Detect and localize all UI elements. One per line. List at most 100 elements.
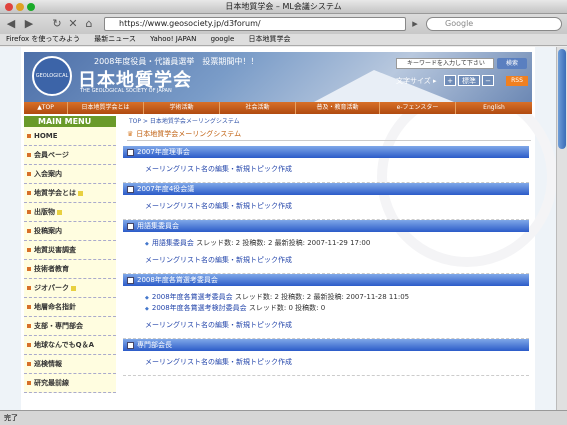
page-viewport: GEOLOGICAL SOCIETY 2008年度役員・代議員選挙 投票期間中！…	[0, 47, 556, 410]
url-input[interactable]: https://www.geosociety.jp/d3forum/	[104, 17, 406, 31]
nav-item-academic[interactable]: 学術活動	[144, 102, 220, 114]
list-name-link[interactable]: 用語集委員会	[152, 239, 194, 247]
sidebar-item-members[interactable]: 会員ページ	[24, 146, 116, 165]
font-standard-button[interactable]: 標準	[458, 75, 480, 86]
edit-topic-link[interactable]: メーリングリスト名の編集・新規トピック作成	[145, 357, 529, 367]
nav-item-social[interactable]: 社会活動	[220, 102, 296, 114]
minimize-window-button[interactable]	[16, 3, 24, 11]
rss-button[interactable]: RSS	[506, 76, 528, 86]
sidebar-item-label: 会員ページ	[34, 151, 69, 159]
ml-section: 2007年度理事会 メーリングリスト名の編集・新規トピック作成	[121, 146, 531, 183]
global-nav: ▲TOP 日本地質学会とは 学術活動 社会活動 普及・教育活動 e-フェンスター…	[24, 102, 532, 114]
sidebar: MAIN MENU HOME 会員ページ 入会案内 地質学会とは 出版物 投稿案…	[24, 116, 116, 410]
sidebar-item-branches[interactable]: 支部・専門部会	[24, 317, 116, 336]
new-badge-icon	[71, 285, 76, 291]
font-size-label: 文字サイズ ▸	[396, 77, 437, 85]
site-title-en: THE GEOLOGICAL SOCIETY OF JAPAN	[80, 88, 172, 94]
web-search-input[interactable]: Google	[426, 17, 562, 31]
reload-button[interactable]: ↻	[50, 17, 64, 31]
close-window-button[interactable]	[5, 3, 13, 11]
go-button[interactable]: ▸	[408, 17, 422, 31]
nav-item-top[interactable]: ▲TOP	[24, 102, 68, 114]
sidebar-item-label: 地層命名指針	[34, 303, 76, 311]
sidebar-item-engineer-education[interactable]: 技術者教育	[24, 260, 116, 279]
sidebar-item-label: 支部・専門部会	[34, 322, 83, 330]
edit-topic-link[interactable]: メーリングリスト名の編集・新規トピック作成	[145, 201, 529, 211]
sidebar-item-qa[interactable]: 地球なんでもQ＆A	[24, 336, 116, 355]
ml-section: 専門部会長 メーリングリスト名の編集・新規トピック作成	[121, 339, 531, 376]
site-search-input[interactable]: キーワードを入力して下さい	[396, 58, 494, 69]
vertical-scrollbar[interactable]	[556, 47, 567, 410]
status-text: 完了	[4, 414, 18, 422]
sidebar-item-disaster[interactable]: 地質災害調査	[24, 241, 116, 260]
ml-section-header[interactable]: 用語集委員会	[123, 220, 529, 232]
ml-section-header[interactable]: 2007年度理事会	[123, 146, 529, 158]
sidebar-item-label: 出版物	[34, 208, 55, 216]
bookmark-item[interactable]: Firefox を使ってみよう	[6, 35, 80, 43]
nav-item-english[interactable]: English	[456, 102, 532, 114]
home-button[interactable]: ⌂	[82, 17, 96, 31]
sidebar-item-label: ジオパーク	[34, 284, 69, 292]
sidebar-item-research[interactable]: 研究最前線	[24, 374, 116, 393]
list-item: 2008年度各賞選考委員会 スレッド数: 2 投稿数: 2 最新投稿: 2007…	[145, 292, 529, 303]
sidebar-item-publications[interactable]: 出版物	[24, 203, 116, 222]
edit-topic-link[interactable]: メーリングリスト名の編集・新規トピック作成	[145, 320, 529, 330]
status-bar: 完了	[0, 410, 567, 425]
back-button[interactable]: ◀	[4, 17, 18, 31]
bookmark-item[interactable]: 日本地質学会	[249, 35, 291, 43]
sidebar-item-about[interactable]: 地質学会とは	[24, 184, 116, 203]
forward-button[interactable]: ▶	[22, 17, 36, 31]
sidebar-item-label: 地球なんでもQ＆A	[34, 341, 95, 349]
society-seal-logo[interactable]: GEOLOGICAL SOCIETY	[32, 56, 72, 115]
mountain-image	[314, 70, 454, 102]
page-title: 日本地質学会メーリングシステム	[127, 127, 531, 141]
list-name-link[interactable]: 2008年度各賞選考検討委員会	[152, 304, 247, 312]
page-container: GEOLOGICAL SOCIETY 2008年度役員・代議員選挙 投票期間中！…	[21, 47, 556, 410]
ml-section: 用語集委員会 用語集委員会 スレッド数: 2 投稿数: 2 最新投稿: 2007…	[121, 220, 531, 274]
list-item: 用語集委員会 スレッド数: 2 投稿数: 2 最新投稿: 2007-11-29 …	[145, 238, 529, 249]
ml-section-header[interactable]: 専門部会長	[123, 339, 529, 351]
site-search-button[interactable]: 検索	[497, 58, 527, 69]
zoom-window-button[interactable]	[27, 3, 35, 11]
sidebar-item-label: 研究最前線	[34, 379, 69, 387]
breadcrumb[interactable]: TOP > 日本地質学会メーリングシステム	[129, 116, 531, 127]
sidebar-item-label: 投稿案内	[34, 227, 62, 235]
sidebar-item-home[interactable]: HOME	[24, 127, 116, 146]
main-menu-header: MAIN MENU	[24, 116, 116, 127]
sidebar-item-label: 巡検情報	[34, 360, 62, 368]
nav-item-efenster[interactable]: e-フェンスター	[380, 102, 456, 114]
stop-button[interactable]: ✕	[66, 17, 80, 31]
sidebar-item-naming-guide[interactable]: 地層命名指針	[24, 298, 116, 317]
ml-section: 2007年度4役会議 メーリングリスト名の編集・新規トピック作成	[121, 183, 531, 220]
bookmark-item[interactable]: 最新ニュース	[94, 35, 136, 43]
sidebar-item-label: 地質学会とは	[34, 189, 76, 197]
browser-toolbar: ◀ ▶ ↻ ✕ ⌂ https://www.geosociety.jp/d3fo…	[0, 14, 567, 34]
bookmark-item[interactable]: google	[211, 35, 235, 43]
window-titlebar: 日本地質学会 – ML会議システム	[0, 0, 567, 14]
edit-topic-link[interactable]: メーリングリスト名の編集・新規トピック作成	[145, 255, 529, 265]
ml-section: 2008年度各賞選考委員会 2008年度各賞選考委員会 スレッド数: 2 投稿数…	[121, 274, 531, 339]
nav-item-about[interactable]: 日本地質学会とは	[68, 102, 144, 114]
new-badge-icon	[57, 209, 62, 215]
sidebar-item-join[interactable]: 入会案内	[24, 165, 116, 184]
list-name-link[interactable]: 2008年度各賞選考委員会	[152, 293, 233, 301]
scrollbar-thumb[interactable]	[558, 49, 566, 149]
list-item: 2008年度各賞選考検討委員会 スレッド数: 0 投稿数: 0	[145, 303, 529, 314]
sidebar-item-submission[interactable]: 投稿案内	[24, 222, 116, 241]
window-title: 日本地質学会 – ML会議システム	[225, 2, 342, 11]
sidebar-item-excursion[interactable]: 巡検情報	[24, 355, 116, 374]
sidebar-item-geopark[interactable]: ジオパーク	[24, 279, 116, 298]
bookmark-item[interactable]: Yahoo! JAPAN	[150, 35, 196, 43]
sidebar-item-label: 入会案内	[34, 170, 62, 178]
site-banner: GEOLOGICAL SOCIETY 2008年度役員・代議員選挙 投票期間中！…	[24, 52, 532, 115]
font-smaller-button[interactable]: −	[482, 75, 494, 86]
bookmarks-bar: Firefox を使ってみよう 最新ニュース Yahoo! JAPAN goog…	[0, 34, 567, 46]
ml-section-header[interactable]: 2008年度各賞選考委員会	[123, 274, 529, 286]
list-meta: スレッド数: 2 投稿数: 2 最新投稿: 2007-11-28 11:05	[234, 293, 410, 301]
main-content: TOP > 日本地質学会メーリングシステム 日本地質学会メーリングシステム 20…	[121, 116, 531, 410]
ml-section-header[interactable]: 2007年度4役会議	[123, 183, 529, 195]
nav-item-education[interactable]: 普及・教育活動	[296, 102, 380, 114]
edit-topic-link[interactable]: メーリングリスト名の編集・新規トピック作成	[145, 164, 529, 174]
font-larger-button[interactable]: +	[444, 75, 456, 86]
new-badge-icon	[78, 190, 83, 196]
